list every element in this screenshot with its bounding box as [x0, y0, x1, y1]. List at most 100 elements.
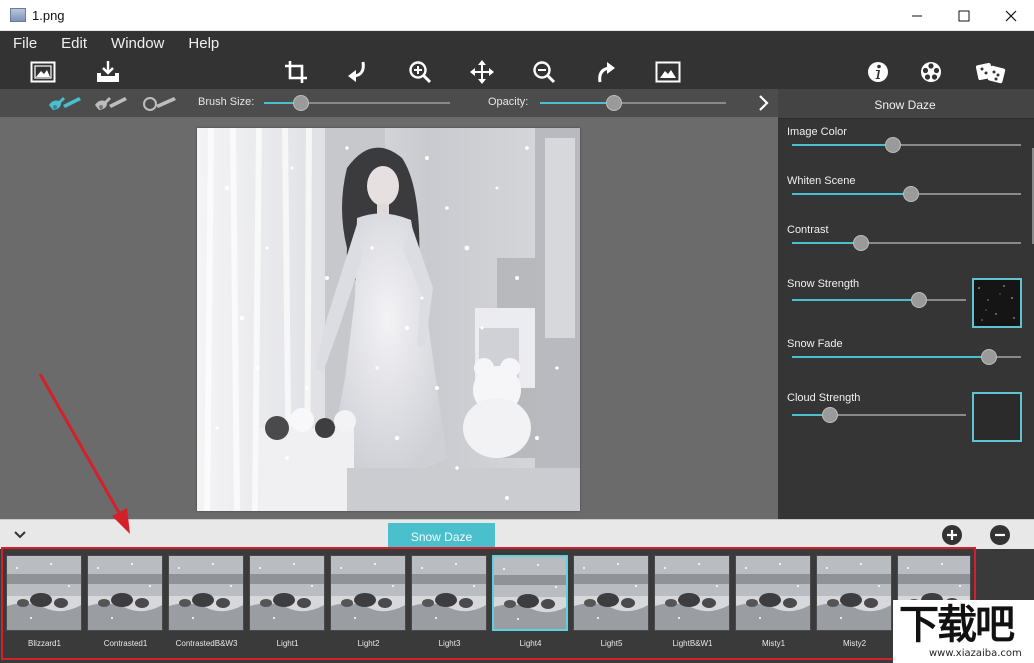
- whiten-scene-knob[interactable]: [903, 186, 920, 202]
- preset-label: Misty2: [842, 639, 867, 648]
- preset-category-tab[interactable]: Snow Daze: [388, 523, 495, 550]
- maximize-button[interactable]: [941, 0, 987, 31]
- image-color-label: Image Color: [787, 126, 847, 138]
- panel-title: Snow Daze: [874, 98, 936, 112]
- preset-thumbnail[interactable]: [168, 555, 244, 631]
- maximize-icon: [958, 10, 970, 21]
- contrast-label: Contrast: [787, 224, 829, 236]
- preset-thumbnail[interactable]: [573, 555, 649, 631]
- preset-label: Contrasted1: [103, 639, 148, 648]
- minimize-icon: [912, 15, 922, 16]
- preset-thumbnail[interactable]: [816, 555, 892, 631]
- preset-label: Light2: [357, 639, 380, 648]
- menu-help[interactable]: Help: [188, 35, 219, 52]
- whiten-scene-label: Whiten Scene: [787, 175, 856, 187]
- chevron-down-icon[interactable]: [13, 530, 27, 540]
- image-canvas[interactable]: [197, 128, 580, 511]
- minimize-button[interactable]: [894, 0, 940, 31]
- save-button[interactable]: [94, 58, 122, 86]
- image-color-track-fill: [792, 144, 893, 146]
- opacity-track: [614, 102, 726, 104]
- info-button[interactable]: [864, 58, 892, 86]
- image-color-slider[interactable]: [892, 144, 1021, 146]
- fit-image-button[interactable]: [654, 58, 682, 86]
- settings-icon: [921, 62, 941, 82]
- brush-size-label: Brush Size:: [198, 96, 255, 108]
- window-title: 1.png: [32, 8, 65, 23]
- cloud-strength-knob[interactable]: [822, 407, 839, 423]
- open-image-button[interactable]: [29, 58, 57, 86]
- menu-window[interactable]: Window: [111, 35, 164, 52]
- opacity-label: Opacity:: [488, 96, 529, 108]
- snow-fade-label: Snow Fade: [787, 338, 843, 350]
- add-preset-button[interactable]: [942, 525, 962, 545]
- preset-preview: [250, 556, 324, 630]
- menu-edit[interactable]: Edit: [61, 35, 87, 52]
- preset-label: Light1: [276, 639, 299, 648]
- info-icon: [868, 62, 888, 82]
- zoom-out-icon: [533, 61, 556, 84]
- preset-bar: Snow Daze: [0, 519, 1034, 550]
- preset-preview: [655, 556, 729, 630]
- undo-button[interactable]: [343, 58, 371, 86]
- brush-size-knob[interactable]: [293, 95, 310, 111]
- move-button[interactable]: [468, 58, 496, 86]
- preset-thumbnail[interactable]: [330, 555, 406, 631]
- preset-thumbnail[interactable]: [735, 555, 811, 631]
- menu-bar: File Edit Window Help: [0, 31, 1034, 55]
- contrast-track-fill: [792, 242, 861, 244]
- close-button[interactable]: [988, 0, 1034, 31]
- brush-paint-icon[interactable]: [47, 93, 83, 113]
- contrast-knob[interactable]: [852, 235, 869, 251]
- brush-erase-icon[interactable]: [93, 93, 129, 113]
- menu-file[interactable]: File: [13, 35, 37, 52]
- whiten-scene-track-fill: [792, 193, 912, 195]
- contrast-slider[interactable]: [860, 242, 1021, 244]
- crop-button[interactable]: [282, 58, 310, 86]
- undo-icon: [348, 61, 365, 82]
- preset-preview: [331, 556, 405, 630]
- open-image-icon: [30, 61, 56, 83]
- close-icon: [1005, 10, 1017, 21]
- brush-reset-icon[interactable]: [142, 93, 178, 113]
- settings-button[interactable]: [917, 58, 945, 86]
- preset-thumbnail[interactable]: [87, 555, 163, 631]
- whiten-scene-slider[interactable]: [911, 193, 1021, 195]
- preset-thumbnail[interactable]: [411, 555, 487, 631]
- chevron-right-icon[interactable]: [757, 94, 771, 112]
- preset-preview: [574, 556, 648, 630]
- save-export-icon: [97, 61, 119, 82]
- preset-label: Misty1: [761, 639, 786, 648]
- preset-thumbnail[interactable]: [6, 555, 82, 631]
- preset-label: ContrastedB&W3: [175, 639, 238, 648]
- snow-fade-knob[interactable]: [980, 349, 997, 365]
- snow-strength-knob[interactable]: [911, 292, 928, 308]
- cloud-texture-swatch[interactable]: [972, 392, 1022, 442]
- redo-button[interactable]: [592, 58, 620, 86]
- toolbar: [0, 55, 1034, 89]
- image-color-knob[interactable]: [884, 137, 901, 153]
- preset-label: Light4: [519, 639, 542, 648]
- preset-preview: [7, 556, 81, 630]
- preset-preview: [494, 557, 566, 629]
- preset-label: Light3: [438, 639, 461, 648]
- opacity-knob[interactable]: [606, 95, 623, 111]
- random-dice-button[interactable]: [974, 58, 1008, 86]
- plus-icon: [947, 530, 957, 540]
- preset-thumbnail[interactable]: [249, 555, 325, 631]
- zoom-out-button[interactable]: [530, 58, 558, 86]
- snow-texture-swatch[interactable]: [972, 278, 1022, 328]
- preset-thumbnail[interactable]: [654, 555, 730, 631]
- fit-image-icon: [655, 61, 681, 83]
- cloud-strength-slider[interactable]: [830, 414, 966, 416]
- minus-icon: [995, 533, 1005, 537]
- preset-label: Blizzard1: [28, 639, 61, 648]
- zoom-in-button[interactable]: [406, 58, 434, 86]
- preset-thumbnail[interactable]: [492, 555, 568, 631]
- cloud-strength-label: Cloud Strength: [787, 392, 861, 404]
- panel-header: Snow Daze: [778, 89, 1034, 119]
- canvas-area[interactable]: [0, 117, 778, 519]
- remove-preset-button[interactable]: [990, 525, 1010, 545]
- brush-size-track: [301, 102, 450, 104]
- watermark-logo: 下载吧: [899, 602, 1015, 648]
